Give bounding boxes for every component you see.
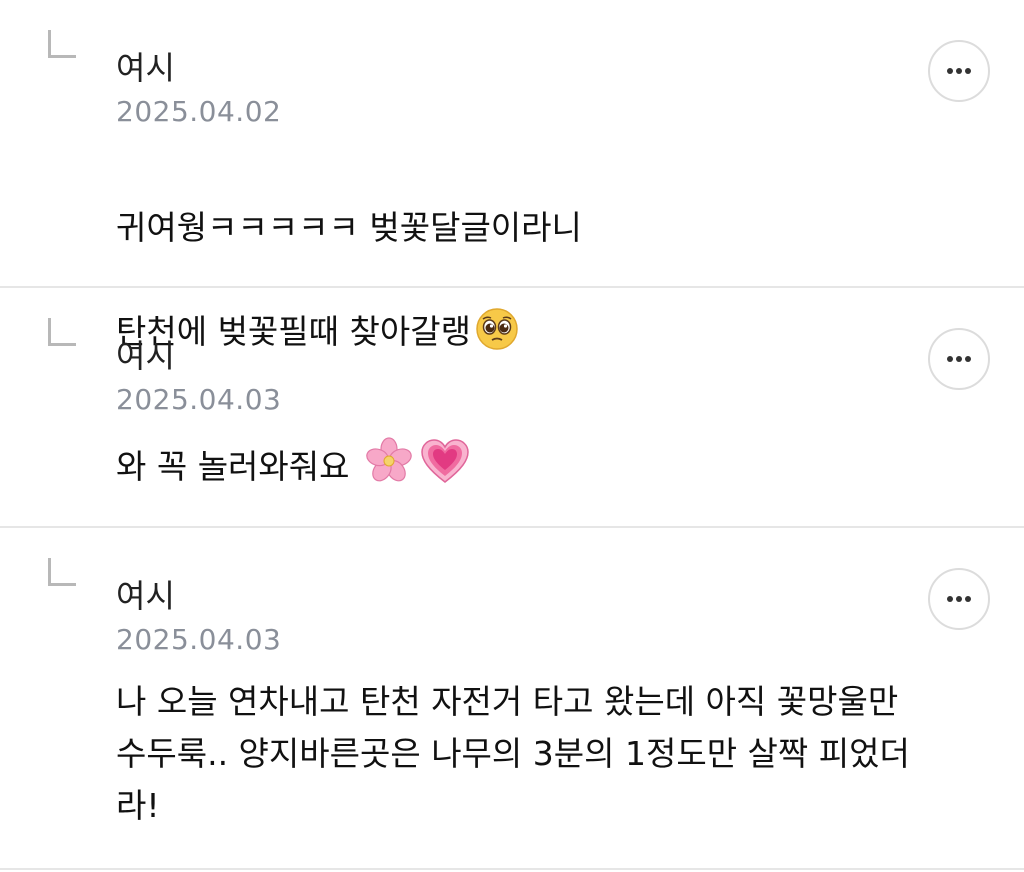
reply-arrow-icon — [48, 558, 76, 586]
more-options-button[interactable] — [928, 40, 990, 102]
more-horizontal-icon — [947, 356, 971, 362]
more-horizontal-icon — [947, 68, 971, 74]
more-horizontal-icon — [947, 596, 971, 602]
comment-author: 여시 — [116, 577, 175, 615]
comment-item: 여시 2025.04.03 나 오늘 연차내고 탄천 자전거 타고 왔는데 아직… — [0, 528, 1024, 870]
cherry-blossom-icon — [364, 436, 414, 501]
reply-arrow-icon — [48, 318, 76, 346]
comment-author: 여시 — [116, 49, 175, 87]
comment-text: 나 오늘 연차내고 탄천 자전거 타고 왔는데 아직 꽃망울만 수두룩.. 양지… — [116, 682, 910, 825]
comment-text-line: 와 꼭 놀러와줘요 — [116, 447, 350, 486]
comment-date: 2025.04.03 — [116, 383, 282, 416]
comment-item: 여시 2025.04.03 와 꼭 놀러와줘요 — [0, 288, 1024, 528]
reply-arrow-icon — [48, 30, 76, 58]
more-options-button[interactable] — [928, 568, 990, 630]
comment-date: 2025.04.03 — [116, 623, 282, 656]
comment-text-line: 귀여웡ㅋㅋㅋㅋㅋ 벚꽃달글이라니 — [116, 208, 582, 247]
comment-text: 와 꼭 놀러와줘요 — [116, 436, 984, 501]
comment-date: 2025.04.02 — [116, 95, 282, 128]
comment-item: 여시 2025.04.02 귀여웡ㅋㅋㅋㅋㅋ 벚꽃달글이라니 탄천에 벚꽃필때 … — [0, 0, 1024, 351]
comment-author: 여시 — [116, 337, 175, 375]
growing-heart-icon — [420, 438, 470, 501]
more-options-button[interactable] — [928, 328, 990, 390]
